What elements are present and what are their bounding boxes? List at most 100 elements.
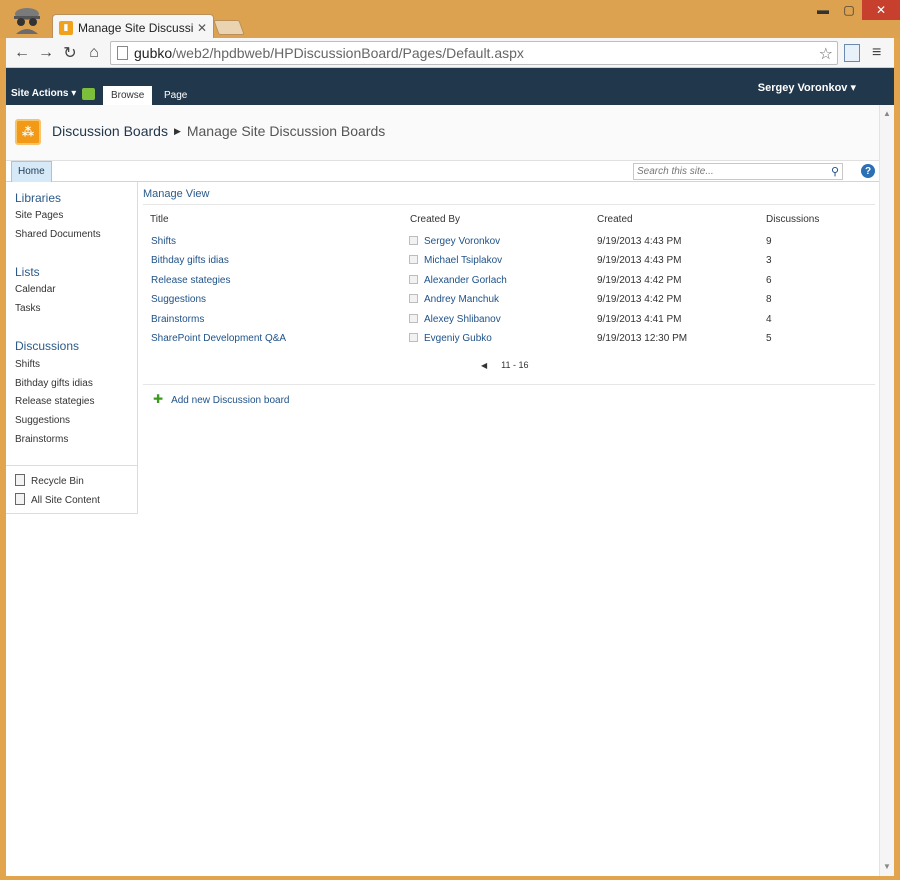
nav-item-tasks[interactable]: Tasks — [15, 303, 41, 314]
incognito-icon — [14, 8, 40, 34]
row-created-by-link[interactable]: Evgeniy Gubko — [424, 333, 492, 344]
nav-item-site-pages[interactable]: Site Pages — [15, 210, 63, 221]
table-row: SharePoint Development Q&A Evgeniy Gubko… — [143, 333, 879, 352]
breadcrumb: Discussion Boards ▶ Manage Site Discussion… — [52, 123, 385, 139]
row-created: 9/19/2013 4:42 PM — [597, 294, 682, 305]
nav-item-calendar[interactable]: Calendar — [15, 284, 56, 295]
close-window-icon[interactable]: ✕ — [862, 0, 900, 20]
row-created-by-link[interactable]: Michael Tsiplakov — [424, 255, 502, 266]
new-tab-button[interactable] — [213, 20, 245, 35]
row-discussions-count: 4 — [766, 314, 772, 325]
help-icon[interactable]: ? — [861, 164, 875, 178]
nav-heading-libraries[interactable]: Libraries — [15, 191, 61, 205]
row-checkbox[interactable] — [409, 314, 418, 323]
tab-close-icon[interactable]: ✕ — [197, 21, 207, 35]
browser-tab[interactable]: ▮ Manage Site Discussion Bo ✕ — [52, 14, 214, 40]
address-bar[interactable]: gubko/web2/hpdbweb/HPDiscussionBoard/Pag… — [110, 41, 838, 65]
column-header-created-by[interactable]: Created By — [410, 214, 460, 225]
tab-page[interactable]: Page — [156, 86, 195, 105]
bookmark-star-icon[interactable]: ☆ — [819, 44, 833, 64]
chrome-menu-icon[interactable]: ≡ — [872, 44, 881, 62]
add-plus-icon: ✚ — [153, 392, 164, 406]
row-created: 9/19/2013 4:43 PM — [597, 236, 682, 247]
table-row: Suggestions Andrey Manchuk 9/19/2013 4:4… — [143, 294, 879, 313]
row-checkbox[interactable] — [409, 294, 418, 303]
nav-item-brainstorms[interactable]: Brainstorms — [15, 434, 68, 445]
nav-item-recycle-bin[interactable]: Recycle Bin — [15, 474, 84, 487]
tab-browse[interactable]: Browse — [103, 86, 153, 105]
row-title-link[interactable]: Suggestions — [151, 294, 206, 305]
header-rule — [143, 204, 875, 205]
search-icon[interactable]: ⚲ — [831, 165, 839, 178]
table-row: Release stategies Alexander Gorlach 9/19… — [143, 275, 879, 294]
row-created-by: Alexander Gorlach — [409, 275, 507, 286]
row-checkbox[interactable] — [409, 255, 418, 264]
previous-page-icon[interactable]: ◀ — [481, 361, 487, 370]
row-created: 9/19/2013 4:41 PM — [597, 314, 682, 325]
reload-icon[interactable]: ↻ — [60, 43, 80, 63]
minimize-icon[interactable]: ▬ — [810, 0, 836, 20]
maximize-icon[interactable]: ▢ — [836, 0, 862, 20]
column-header-discussions[interactable]: Discussions — [766, 214, 819, 225]
row-title-link[interactable]: Release stategies — [151, 275, 231, 286]
nav-item-shifts[interactable]: Shifts — [15, 359, 40, 370]
home-icon[interactable]: ⌂ — [84, 43, 104, 63]
row-discussions-count: 9 — [766, 236, 772, 247]
forward-arrow-icon[interactable]: → — [36, 43, 56, 63]
breadcrumb-root-link[interactable]: Discussion Boards — [52, 123, 168, 139]
column-header-created[interactable]: Created — [597, 214, 633, 225]
add-new-discussion-board-link[interactable]: ✚ Add new Discussion board — [153, 392, 289, 406]
row-created-by: Evgeniy Gubko — [409, 333, 492, 344]
all-site-content-label: All Site Content — [31, 495, 100, 506]
recycle-bin-icon — [15, 474, 25, 486]
site-actions-menu[interactable]: Site Actions ▾ — [11, 88, 76, 99]
navigate-up-icon[interactable] — [82, 88, 95, 100]
nav-item-suggestions[interactable]: Suggestions — [15, 415, 70, 426]
scroll-up-icon[interactable]: ▲ — [883, 109, 891, 118]
nav-item-shared-documents[interactable]: Shared Documents — [15, 229, 101, 240]
search-input[interactable]: Search this site... ⚲ — [633, 163, 843, 180]
row-created: 9/19/2013 12:30 PM — [597, 333, 688, 344]
nav-heading-lists[interactable]: Lists — [15, 265, 40, 279]
row-created-by-link[interactable]: Alexander Gorlach — [424, 275, 507, 286]
row-checkbox[interactable] — [409, 333, 418, 342]
recycle-bin-label: Recycle Bin — [31, 476, 84, 487]
nav-heading-discussions[interactable]: Discussions — [15, 339, 79, 353]
vertical-scrollbar[interactable]: ▲ ▼ — [879, 105, 894, 876]
row-created-by-link[interactable]: Sergey Voronkov — [424, 236, 500, 247]
back-arrow-icon[interactable]: ← — [12, 43, 32, 63]
scroll-down-icon[interactable]: ▼ — [883, 862, 891, 871]
table-row: Bithday gifts idias Michael Tsiplakov 9/… — [143, 255, 879, 274]
row-created-by-link[interactable]: Andrey Manchuk — [424, 294, 499, 305]
user-menu[interactable]: Sergey Voronkov ▾ — [758, 81, 856, 94]
browser-toolbar: ← → ↻ ⌂ gubko/web2/hpdbweb/HPDiscussionB… — [6, 38, 894, 68]
row-title-link[interactable]: Brainstorms — [151, 314, 204, 325]
search-placeholder: Search this site... — [637, 166, 714, 177]
row-created-by-link[interactable]: Alexey Shlibanov — [424, 314, 501, 325]
nav-item-release-stategies[interactable]: Release stategies — [15, 396, 95, 407]
site-logo-icon[interactable]: ⁂ — [15, 119, 41, 145]
tab-home[interactable]: Home — [11, 161, 52, 182]
manage-view-link[interactable]: Manage View — [143, 188, 209, 200]
row-created: 9/19/2013 4:43 PM — [597, 255, 682, 266]
row-title-link[interactable]: Shifts — [151, 236, 176, 247]
pager: ◀ 11 - 16 — [481, 360, 529, 370]
page-icon — [117, 46, 128, 60]
column-header-title[interactable]: Title — [150, 214, 169, 225]
row-title-link[interactable]: SharePoint Development Q&A — [151, 333, 286, 344]
url-host: gubko — [134, 45, 173, 61]
nav-divider — [6, 465, 138, 466]
nav-item-all-site-content[interactable]: All Site Content — [15, 493, 100, 506]
browser-titlebar: ▮ Manage Site Discussion Bo ✕ ▬ ▢ ✕ — [0, 0, 900, 40]
row-title-link[interactable]: Bithday gifts idias — [151, 255, 229, 266]
page-viewport: Site Actions ▾ Browse Page Sergey Voronk… — [6, 68, 894, 876]
extension-icon[interactable] — [844, 44, 860, 62]
row-checkbox[interactable] — [409, 236, 418, 245]
nav-item-bithday-gifts[interactable]: Bithday gifts idias — [15, 378, 93, 389]
row-checkbox[interactable] — [409, 275, 418, 284]
row-created-by: Michael Tsiplakov — [409, 255, 502, 266]
site-content-icon — [15, 493, 25, 505]
table-row: Shifts Sergey Voronkov 9/19/2013 4:43 PM… — [143, 236, 879, 255]
tab-title: Manage Site Discussion Bo — [78, 20, 193, 35]
row-created-by: Alexey Shlibanov — [409, 314, 501, 325]
